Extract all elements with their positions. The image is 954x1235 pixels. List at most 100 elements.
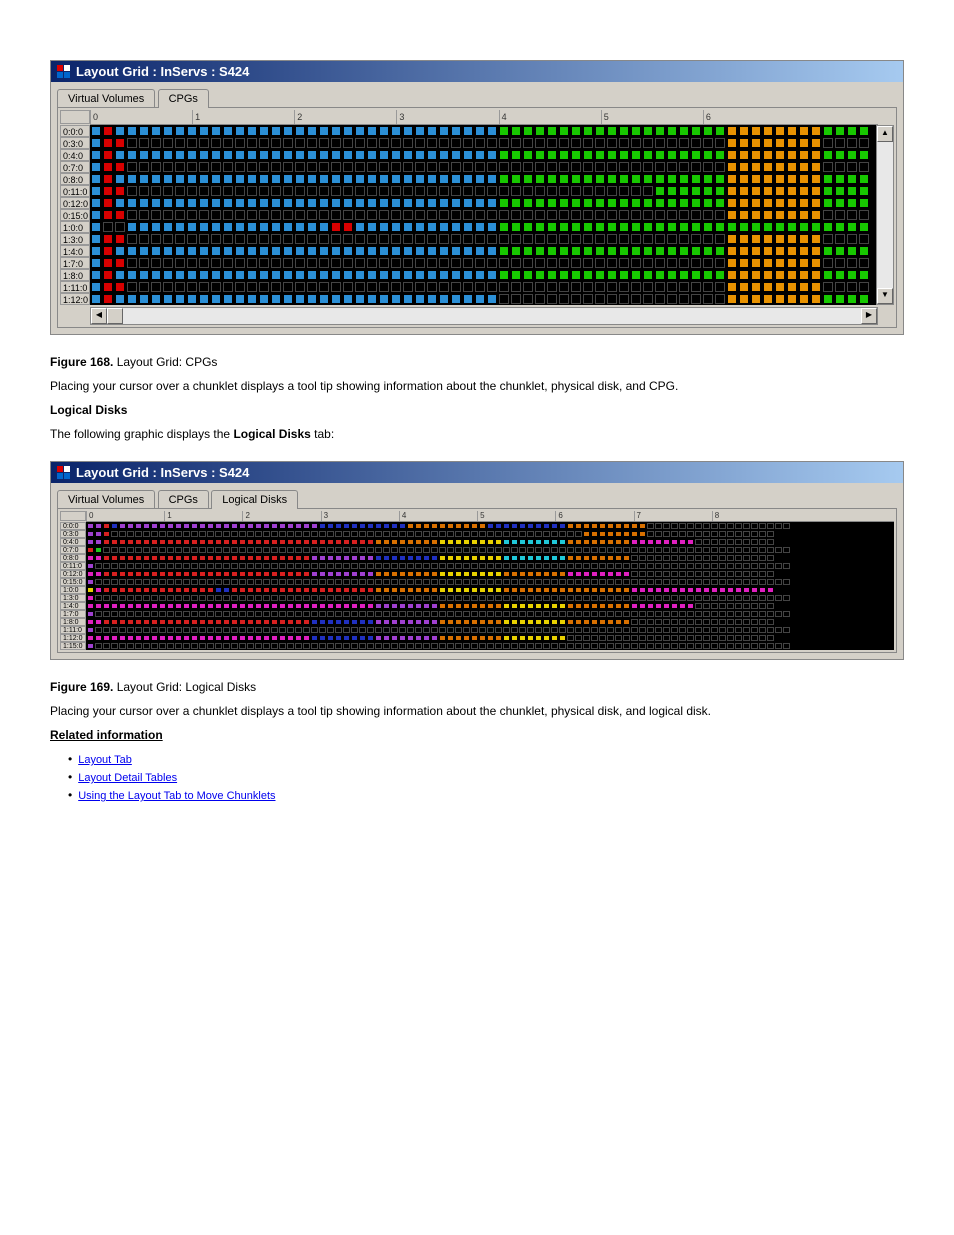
chunklet-cell[interactable] (307, 294, 317, 304)
chunklet-cell[interactable] (187, 234, 197, 244)
chunklet-cell[interactable] (595, 210, 605, 220)
chunklet-cell[interactable] (559, 258, 569, 268)
chunklet-cell[interactable] (599, 611, 606, 617)
chunklet-cell[interactable] (319, 294, 329, 304)
chunklet-cell[interactable] (295, 523, 302, 529)
chunklet-cell[interactable] (259, 162, 269, 172)
chunklet-cell[interactable] (175, 162, 185, 172)
link-move-chunklets[interactable]: Using the Layout Tab to Move Chunklets (78, 790, 275, 802)
chunklet-cell[interactable] (495, 595, 502, 601)
chunklet-cell[interactable] (355, 210, 365, 220)
chunklet-cell[interactable] (583, 222, 593, 232)
chunklet-cell[interactable] (159, 563, 166, 569)
chunklet-cell[interactable] (679, 270, 689, 280)
chunklet-cell[interactable] (391, 162, 401, 172)
chunklet-cell[interactable] (511, 587, 518, 593)
chunklet-cell[interactable] (663, 619, 670, 625)
chunklet-cell[interactable] (391, 270, 401, 280)
chunklet-cell[interactable] (351, 539, 358, 545)
chunklet-cell[interactable] (367, 627, 374, 633)
chunklet-cell[interactable] (487, 627, 494, 633)
chunklet-cell[interactable] (247, 162, 257, 172)
chunklet-cell[interactable] (751, 595, 758, 601)
chunklet-cell[interactable] (311, 595, 318, 601)
chunklet-cell[interactable] (623, 579, 630, 585)
chunklet-cell[interactable] (631, 627, 638, 633)
chunklet-cell[interactable] (495, 523, 502, 529)
chunklet-cell[interactable] (399, 627, 406, 633)
chunklet-cell[interactable] (503, 643, 510, 649)
chunklet-cell[interactable] (211, 162, 221, 172)
chunklet-cell[interactable] (519, 547, 526, 553)
chunklet-cell[interactable] (451, 234, 461, 244)
chunklet-cell[interactable] (655, 138, 665, 148)
chunklet-cell[interactable] (567, 611, 574, 617)
chunklet-cell[interactable] (183, 627, 190, 633)
chunklet-cell[interactable] (679, 234, 689, 244)
chunklet-cell[interactable] (595, 198, 605, 208)
chunklet-cell[interactable] (671, 611, 678, 617)
scroll-thumb[interactable] (107, 308, 123, 324)
chunklet-cell[interactable] (775, 162, 785, 172)
chunklet-cell[interactable] (151, 210, 161, 220)
chunklet-cell[interactable] (727, 198, 737, 208)
chunklet-cell[interactable] (271, 611, 278, 617)
chunklet-cell[interactable] (575, 523, 582, 529)
chunklet-cell[interactable] (503, 563, 510, 569)
chunklet-cell[interactable] (283, 294, 293, 304)
chunklet-cell[interactable] (439, 619, 446, 625)
chunklet-cell[interactable] (211, 126, 221, 136)
chunklet-cell[interactable] (379, 150, 389, 160)
chunklet-cell[interactable] (607, 162, 617, 172)
chunklet-cell[interactable] (439, 579, 446, 585)
chunklet-cell[interactable] (523, 222, 533, 232)
chunklet-cell[interactable] (487, 294, 497, 304)
chunklet-cell[interactable] (183, 547, 190, 553)
chunklet-cell[interactable] (119, 523, 126, 529)
chunklet-cell[interactable] (743, 523, 750, 529)
chunklet-cell[interactable] (527, 635, 534, 641)
chunklet-cell[interactable] (667, 222, 677, 232)
chunklet-cell[interactable] (719, 587, 726, 593)
chunklet-cell[interactable] (307, 150, 317, 160)
chunklet-cell[interactable] (847, 162, 857, 172)
chunklet-cell[interactable] (151, 186, 161, 196)
chunklet-cell[interactable] (351, 523, 358, 529)
chunklet-cell[interactable] (847, 126, 857, 136)
chunklet-cell[interactable] (427, 282, 437, 292)
chunklet-cell[interactable] (631, 246, 641, 256)
chunklet-cell[interactable] (775, 595, 782, 601)
chunklet-cell[interactable] (591, 611, 598, 617)
chunklet-cell[interactable] (355, 174, 365, 184)
chunklet-cell[interactable] (183, 611, 190, 617)
chunklet-cell[interactable] (359, 611, 366, 617)
chunklet-cell[interactable] (391, 643, 398, 649)
chunklet-cell[interactable] (287, 643, 294, 649)
chunklet-cell[interactable] (631, 282, 641, 292)
chunklet-cell[interactable] (207, 523, 214, 529)
chunklet-cell[interactable] (343, 643, 350, 649)
chunklet-cell[interactable] (487, 138, 497, 148)
chunklet-cell[interactable] (503, 539, 510, 545)
chunklet-cell[interactable] (415, 294, 425, 304)
chunklet-cell[interactable] (499, 222, 509, 232)
chunklet-cell[interactable] (359, 595, 366, 601)
chunklet-cell[interactable] (455, 539, 462, 545)
chunklet-cell[interactable] (475, 270, 485, 280)
chunklet-cell[interactable] (583, 174, 593, 184)
chunklet-cell[interactable] (383, 603, 390, 609)
chunklet-cell[interactable] (427, 294, 437, 304)
chunklet-cell[interactable] (391, 210, 401, 220)
chunklet-cell[interactable] (91, 258, 101, 268)
chunklet-cell[interactable] (95, 603, 102, 609)
chunklet-cell[interactable] (119, 603, 126, 609)
chunklet-cell[interactable] (655, 234, 665, 244)
chunklet-cell[interactable] (159, 619, 166, 625)
chunklet-cell[interactable] (471, 643, 478, 649)
chunklet-cell[interactable] (235, 138, 245, 148)
chunklet-cell[interactable] (619, 150, 629, 160)
chunklet-cell[interactable] (559, 595, 566, 601)
chunklet-cell[interactable] (479, 579, 486, 585)
chunklet-cell[interactable] (591, 539, 598, 545)
chunklet-cell[interactable] (287, 635, 294, 641)
